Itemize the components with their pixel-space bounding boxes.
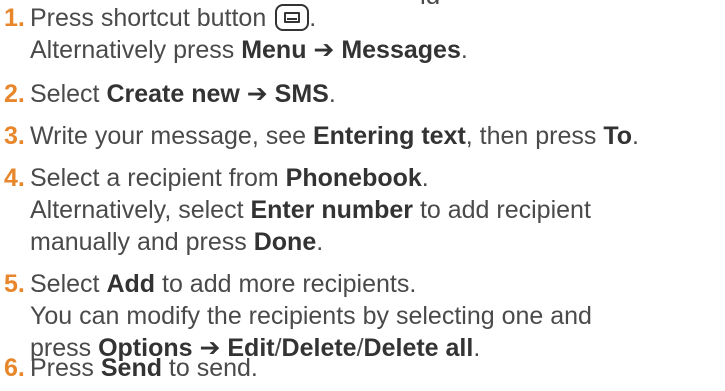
- done-keyword: Done: [253, 228, 317, 256]
- send-keyword: Send: [100, 354, 162, 382]
- step-line: Alternatively, select Enter number to ad…: [30, 196, 591, 224]
- menu-keyword: Menu: [241, 36, 307, 64]
- enter-number-keyword: Enter number: [250, 196, 413, 224]
- step-line: Alternatively press Menu ➔ Messages.: [30, 36, 468, 64]
- step-line: Select Add to add more recipients.: [30, 270, 417, 298]
- arrow-icon: ➔: [239, 80, 275, 108]
- step-number: 3.: [4, 122, 25, 150]
- create-new-keyword: Create new: [106, 80, 240, 108]
- step-line: Write your message, see Entering text, t…: [30, 122, 639, 150]
- arrow-icon: ➔: [306, 36, 342, 64]
- step-number: 1.: [4, 4, 25, 32]
- step-line: manually and press Done.: [30, 228, 324, 256]
- phonebook-keyword: Phonebook: [285, 164, 422, 192]
- add-keyword: Add: [106, 270, 156, 298]
- step-number: 5.: [4, 270, 25, 298]
- step-line: You can modify the recipients by selecti…: [30, 302, 592, 330]
- step-number: 6.: [4, 354, 25, 382]
- message-envelope-key-icon: [275, 4, 310, 31]
- step-line: Select a recipient from Phonebook.: [30, 164, 429, 192]
- delete-keyword: Delete: [281, 334, 357, 362]
- delete-all-keyword: Delete all: [363, 334, 474, 362]
- step-line: Press shortcut button .: [30, 4, 317, 32]
- entering-text-keyword: Entering text: [312, 122, 466, 150]
- step-number: 2.: [4, 80, 25, 108]
- messages-keyword: Messages: [341, 36, 461, 64]
- to-keyword: To: [603, 122, 633, 150]
- step-number: 4.: [4, 164, 25, 192]
- sms-keyword: SMS: [274, 80, 329, 108]
- step-line: Press Send to send.: [30, 354, 258, 382]
- step-line: Select Create new ➔ SMS.: [30, 80, 336, 108]
